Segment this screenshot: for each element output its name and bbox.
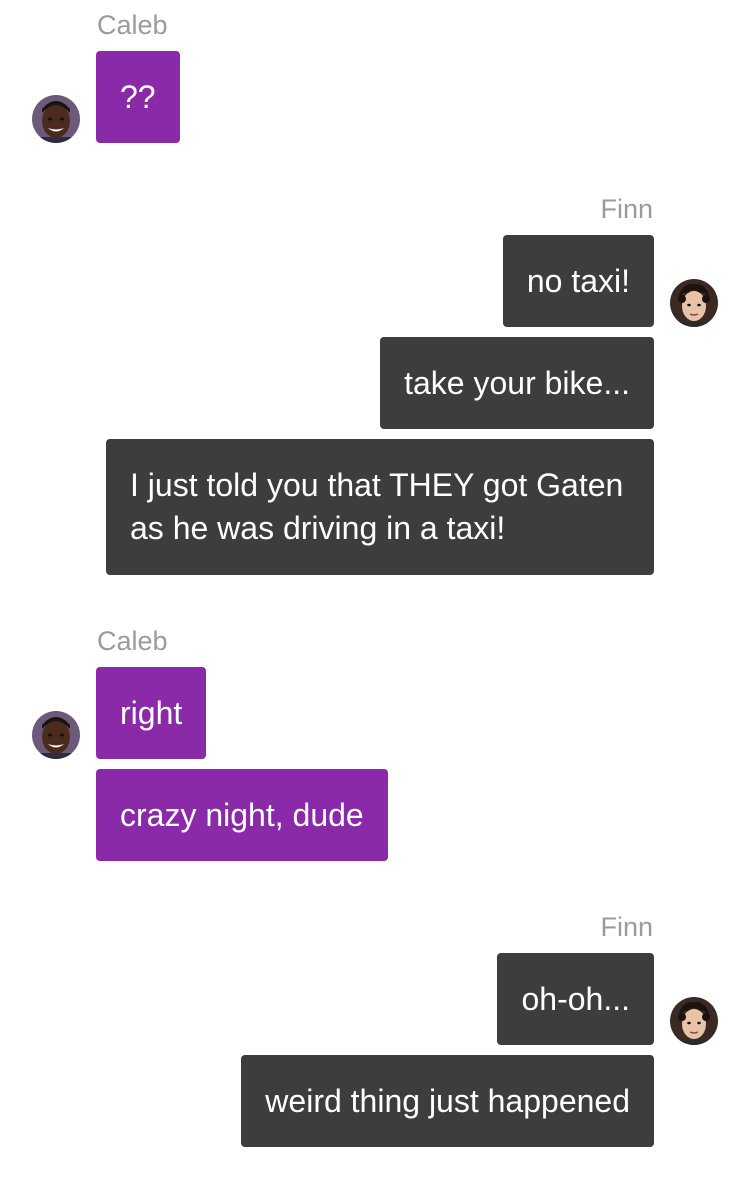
- caleb-avatar-icon: [32, 711, 80, 759]
- chat-transcript: Caleb ?? Finn no taxi! take your bike...…: [0, 0, 750, 1191]
- caleb-avatar-icon: [32, 95, 80, 143]
- sender-name-caleb: Caleb: [97, 626, 168, 656]
- message-bubble[interactable]: take your bike...: [380, 337, 654, 429]
- sender-name-finn: Finn: [600, 194, 653, 224]
- message-bubble[interactable]: crazy night, dude: [96, 769, 388, 861]
- message-bubble[interactable]: oh-oh...: [497, 953, 654, 1045]
- sender-name-finn: Finn: [600, 912, 653, 942]
- message-bubble[interactable]: weird thing just happened: [241, 1055, 654, 1147]
- sender-name-caleb: Caleb: [97, 10, 168, 40]
- message-bubble[interactable]: ??: [96, 51, 180, 143]
- finn-avatar-icon: [670, 997, 718, 1045]
- message-bubble[interactable]: I just told you that THEY got Gaten as h…: [106, 439, 654, 575]
- message-bubble[interactable]: no taxi!: [502, 235, 654, 327]
- message-bubble[interactable]: right: [96, 667, 207, 759]
- finn-avatar-icon: [670, 279, 718, 327]
